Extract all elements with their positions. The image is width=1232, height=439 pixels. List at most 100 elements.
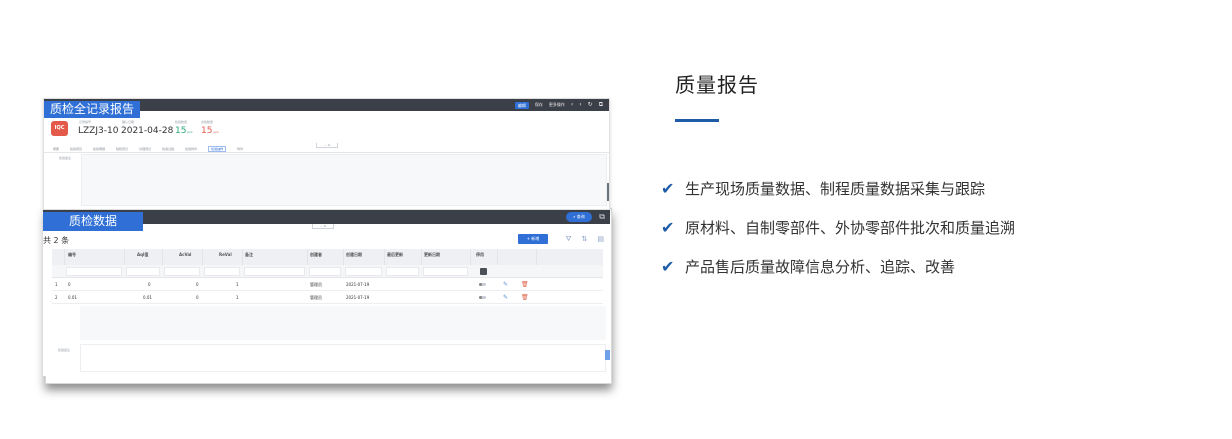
search-icon: ⌕ <box>573 214 576 219</box>
cell-reval: 1 <box>236 295 239 300</box>
disabled-toggle[interactable] <box>479 296 486 299</box>
data-title: 质检数据 <box>43 212 144 231</box>
filter-disabled-toggle[interactable] <box>480 268 487 275</box>
search-button[interactable]: ⌕ 查询 <box>566 212 592 222</box>
grid-divider <box>124 249 125 265</box>
filter-code-input[interactable] <box>66 267 122 276</box>
tab-process[interactable]: 检验过程 <box>162 147 174 151</box>
filter-aql-input[interactable] <box>126 267 160 276</box>
more-actions-button[interactable]: 更多操作 <box>549 102 565 108</box>
tab-details[interactable]: 检验明细 <box>93 147 105 151</box>
feature-text: 产品售后质量故障信息分析、追踪、改善 <box>685 258 956 276</box>
cell-created: 2021-07-19 <box>346 295 370 300</box>
col-creator[interactable]: 创建者 <box>310 249 322 265</box>
tab-handling[interactable]: 处理登记 <box>139 147 151 151</box>
filter-acval-input[interactable] <box>164 267 200 276</box>
grid-divider <box>497 249 498 265</box>
open-external-icon[interactable]: ⧉ <box>599 101 603 109</box>
search-button-label: 查询 <box>576 214 585 219</box>
feature-list: ✔ 生产现场质量数据、制程质量数据采集与跟踪 ✔ 原材料、自制零部件、外协零部件批次… <box>661 178 1015 295</box>
grid-divider <box>162 249 163 265</box>
export-icon[interactable]: ⧉ <box>599 212 605 222</box>
pass-qty: 15pcs <box>201 126 219 136</box>
next-icon[interactable]: › <box>579 101 581 109</box>
columns-icon[interactable]: ▤ <box>597 234 604 244</box>
remark-label: 检验备注 <box>59 156 72 160</box>
expand-handle[interactable]: ⌄ ⇲ <box>312 224 334 229</box>
grid-divider <box>64 249 65 265</box>
grid-divider <box>202 249 203 265</box>
cell-code: 0.01 <box>68 295 77 300</box>
iqc-badge: IQC <box>51 121 68 136</box>
col-remark[interactable]: 备注 <box>245 249 253 265</box>
feature-text: 生产现场质量数据、制程质量数据采集与跟踪 <box>685 180 986 198</box>
report-window: 质检全记录报告 编辑 保存 更多操作 ‹ › ↻ ⧉ IQC 记录编号 LZZJ… <box>43 98 610 210</box>
page-title: 质量报告 <box>675 73 759 97</box>
tab-summary[interactable]: 概要 <box>53 147 59 151</box>
check-icon: ✔ <box>661 257 675 276</box>
grid-divider <box>421 249 422 265</box>
edit-icon[interactable]: ✎ <box>503 278 508 291</box>
filter-creator-input[interactable] <box>309 267 341 276</box>
filter-icon[interactable]: ⛛ <box>566 234 572 244</box>
col-reval[interactable]: ReVal <box>219 249 232 265</box>
add-button[interactable]: + 新增 <box>518 234 548 244</box>
trash-icon[interactable]: 🗑 <box>521 278 529 291</box>
data-grid: 编号 Aql值 AcVal ReVal 备注 创建者 创建日期 最后更新 更新日… <box>52 249 603 304</box>
col-aql[interactable]: Aql值 <box>137 249 148 265</box>
trash-icon[interactable]: 🗑 <box>521 291 529 304</box>
filter-update-date-input[interactable] <box>423 267 468 276</box>
grid-divider <box>242 249 243 265</box>
cell-acval: 0 <box>196 295 199 300</box>
tab-sampling[interactable]: 检验抽样 <box>208 145 227 152</box>
record-count: 共 2 条 <box>43 236 70 245</box>
table-row[interactable]: 2 0.01 0.01 0 1 管理员 2021-07-19 ✎ 🗑 <box>52 291 603 304</box>
edit-icon[interactable]: ✎ <box>503 291 508 304</box>
save-button[interactable]: 保存 <box>535 102 543 108</box>
table-row[interactable]: 1 0 0 0 1 管理员 2021-07-19 ✎ 🗑 <box>52 278 603 291</box>
remark-textarea[interactable] <box>81 154 607 206</box>
col-disabled[interactable]: 停用 <box>476 249 484 265</box>
tab-attachments[interactable]: 检验附件 <box>185 147 197 151</box>
grid-divider <box>343 249 344 265</box>
prev-icon[interactable]: ‹ <box>571 101 573 109</box>
col-update-date[interactable]: 更新日期 <box>424 249 440 265</box>
bottom-remark-label: 检验备注 <box>58 348 71 352</box>
confirm-date: 2021-04-28 <box>121 126 174 136</box>
filter-last-update-input[interactable] <box>386 267 419 276</box>
col-created[interactable]: 创建日期 <box>346 249 362 265</box>
col-acval[interactable]: AcVal <box>179 249 191 265</box>
col-last-update[interactable]: 最后更新 <box>387 249 403 265</box>
filter-created-input[interactable] <box>345 267 382 276</box>
col-code[interactable]: 编号 <box>68 249 76 265</box>
filter-reval-input[interactable] <box>204 267 240 276</box>
record-no-label: 记录编号 <box>79 120 92 124</box>
list-item: ✔ 生产现场质量数据、制程质量数据采集与跟踪 <box>661 178 1015 217</box>
refresh-icon[interactable]: ↻ <box>588 101 593 109</box>
sort-icon[interactable]: ⇅ <box>582 234 588 244</box>
record-no: LZZJ3-10 <box>78 126 119 136</box>
bottom-remark-textarea[interactable] <box>80 344 606 372</box>
edit-button[interactable]: 编辑 <box>514 101 529 109</box>
grid-divider <box>470 249 471 265</box>
title-underline <box>675 119 719 122</box>
disabled-toggle[interactable] <box>479 283 486 286</box>
scrollbar-thumb[interactable] <box>607 183 609 201</box>
tab-items[interactable]: 检验项目 <box>70 147 82 151</box>
filter-remark-input[interactable] <box>244 267 305 276</box>
row-index: 2 <box>55 295 58 300</box>
tab-files[interactable]: 附件 <box>237 147 243 151</box>
grid-divider <box>384 249 385 265</box>
grid-tools: ⛛ ⇅ ▤ <box>566 234 604 244</box>
screenshot-mockup: 质检全记录报告 编辑 保存 更多操作 ‹ › ↻ ⧉ IQC 记录编号 LZZJ… <box>43 98 612 384</box>
cell-aql: 0 <box>148 282 151 287</box>
cell-creator: 管理员 <box>310 282 322 287</box>
check-icon: ✔ <box>661 218 675 237</box>
feature-text: 原材料、自制零部件、外协零部件批次和质量追溯 <box>685 219 1016 237</box>
cell-aql: 0.01 <box>143 295 152 300</box>
cell-creator: 管理员 <box>310 295 322 300</box>
grid-divider <box>536 249 537 265</box>
tab-defects[interactable]: 缺陷登记 <box>116 147 128 151</box>
collapse-handle[interactable]: ⌄ ⇲ <box>316 143 338 148</box>
corner-button[interactable] <box>605 350 610 360</box>
